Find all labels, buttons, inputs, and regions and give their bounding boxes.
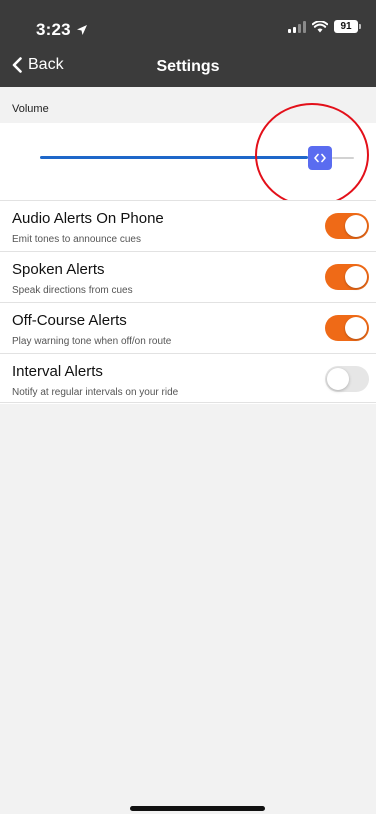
volume-label: Volume [12, 103, 49, 115]
battery-level: 91 [340, 21, 352, 32]
row-subtitle: Play warning tone when off/on route [12, 336, 172, 347]
settings-screen: 3:23 91 Back Settings Volume Audio Alert… [0, 0, 376, 814]
cellular-signal-icon [288, 20, 306, 33]
home-indicator[interactable] [130, 806, 265, 811]
off-course-alerts-toggle[interactable] [325, 315, 369, 341]
row-title: Interval Alerts [12, 363, 103, 380]
row-title: Off-Course Alerts [12, 312, 127, 329]
spoken-alerts-toggle[interactable] [325, 264, 369, 290]
interval-alerts-toggle[interactable] [325, 366, 369, 392]
row-subtitle: Speak directions from cues [12, 285, 133, 296]
alert-settings-list: Audio Alerts On Phone Emit tones to anno… [0, 200, 376, 404]
battery-icon: 91 [334, 20, 361, 33]
list-bottom-divider [0, 402, 376, 403]
wifi-icon [312, 20, 328, 32]
row-spoken-alerts: Spoken Alerts Speak directions from cues [0, 251, 376, 302]
location-arrow-icon [76, 25, 87, 35]
row-title: Audio Alerts On Phone [12, 210, 164, 227]
status-indicators: 91 [288, 20, 361, 33]
row-interval-alerts: Interval Alerts Notify at regular interv… [0, 353, 376, 404]
row-subtitle: Emit tones to announce cues [12, 234, 141, 245]
annotation-circle [255, 103, 369, 207]
top-bar: 3:23 91 Back Settings [0, 0, 376, 87]
time-text: 3:23 [36, 20, 71, 39]
audio-alerts-toggle[interactable] [325, 213, 369, 239]
row-title: Spoken Alerts [12, 261, 105, 278]
page-title: Settings [156, 58, 220, 75]
row-audio-alerts: Audio Alerts On Phone Emit tones to anno… [0, 200, 376, 251]
row-off-course-alerts: Off-Course Alerts Play warning tone when… [0, 302, 376, 353]
row-subtitle: Notify at regular intervals on your ride [12, 387, 179, 398]
status-time: 3:23 [36, 20, 88, 40]
